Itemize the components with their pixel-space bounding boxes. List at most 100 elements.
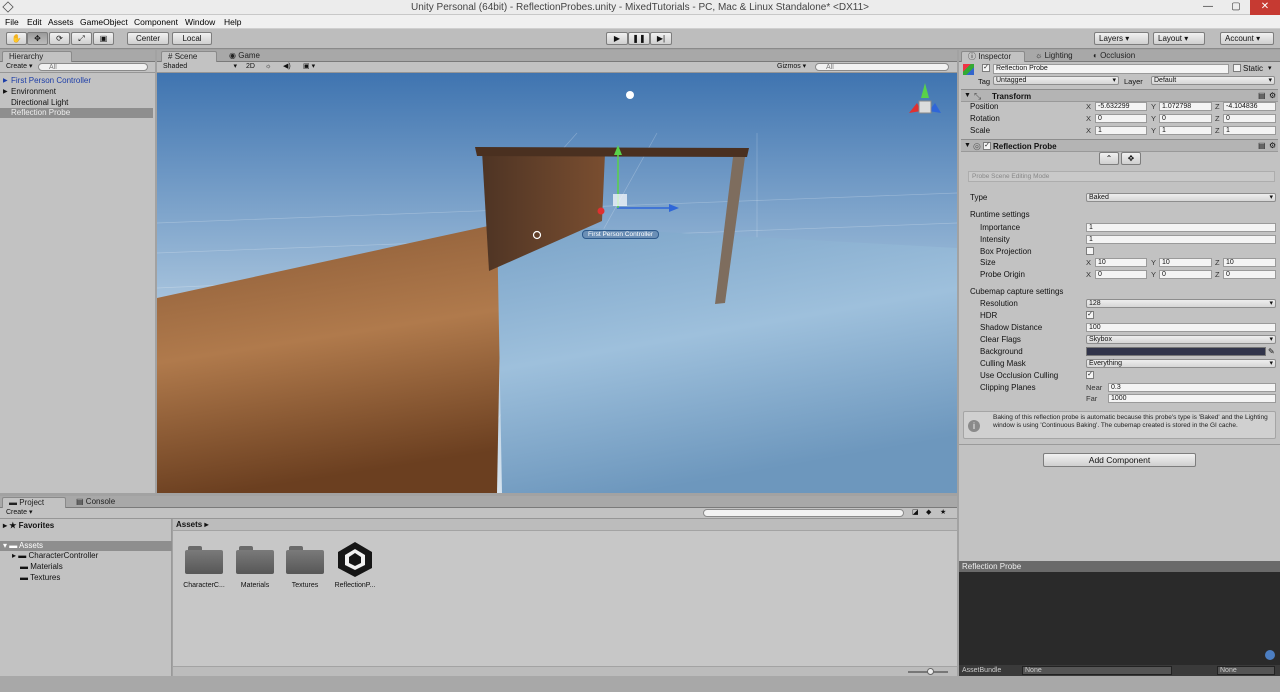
foldout-arrow-icon[interactable]: ▼ xyxy=(964,142,971,149)
rotation-y-field[interactable]: 0 xyxy=(1159,114,1212,123)
menu-window[interactable]: Window xyxy=(185,17,215,27)
account-dropdown[interactable]: Account ▾ xyxy=(1220,32,1274,45)
tab-game[interactable]: ◉ Game xyxy=(223,51,273,62)
move-tool-button[interactable]: ✥ xyxy=(27,32,48,45)
maximize-button[interactable]: ▢ xyxy=(1222,0,1250,15)
probe-enabled-checkbox[interactable]: ✓ xyxy=(983,142,991,150)
expand-arrow-icon[interactable]: ▶ xyxy=(3,76,8,86)
position-y-field[interactable]: 1.072798 xyxy=(1159,102,1212,111)
folder-icon[interactable] xyxy=(286,544,324,574)
edit-origin-button[interactable]: ✥ xyxy=(1121,152,1141,165)
object-active-checkbox[interactable]: ✓ xyxy=(982,64,990,72)
preview-sphere-icon[interactable] xyxy=(1265,650,1275,660)
expand-arrow-icon[interactable]: ▶ xyxy=(3,87,8,97)
size-z-field[interactable]: 10 xyxy=(1223,258,1276,267)
unity-scene-icon[interactable] xyxy=(335,540,375,578)
hdr-checkbox[interactable]: ✓ xyxy=(1086,311,1094,319)
scale-y-field[interactable]: 1 xyxy=(1159,126,1212,135)
position-z-field[interactable]: -4.104836 xyxy=(1223,102,1276,111)
favorites-item[interactable]: ▸ ★ Favorites xyxy=(3,521,54,531)
pause-button[interactable]: ❚❚ xyxy=(628,32,650,45)
edit-bounds-button[interactable]: ⌃ xyxy=(1099,152,1119,165)
static-checkbox[interactable] xyxy=(1233,64,1241,72)
close-button[interactable]: ✕ xyxy=(1250,0,1280,15)
gear-icon[interactable]: ⚙ xyxy=(1269,141,1276,150)
play-button[interactable]: ▶ xyxy=(606,32,628,45)
project-search-input[interactable] xyxy=(703,509,904,517)
hierarchy-item-directional-light[interactable]: Directional Light xyxy=(0,98,153,108)
tab-inspector[interactable]: ⓘ Inspector xyxy=(961,51,1025,62)
rotate-tool-button[interactable]: ⟳ xyxy=(49,32,70,45)
tag-dropdown[interactable]: Untagged xyxy=(993,76,1119,85)
near-field[interactable]: 0.3 xyxy=(1108,383,1276,392)
type-dropdown[interactable]: Baked xyxy=(1086,193,1276,202)
origin-z-field[interactable]: 0 xyxy=(1223,270,1276,279)
scale-z-field[interactable]: 1 xyxy=(1223,126,1276,135)
tab-project[interactable]: ▬ Project xyxy=(2,497,66,508)
reflection-probe-header[interactable]: ▼ ◎ ✓ Reflection Probe ▤ ⚙ xyxy=(961,139,1278,152)
assets-root-item[interactable]: ▾ ▬ Assets xyxy=(0,541,172,551)
hierarchy-item-environment[interactable]: ▶ Environment xyxy=(0,87,153,97)
hand-tool-button[interactable]: ✋ xyxy=(6,32,27,45)
hierarchy-item-reflection-probe[interactable]: Reflection Probe xyxy=(0,108,153,118)
scene-search-input[interactable]: All xyxy=(815,63,949,71)
asset-bundle-variant-dropdown[interactable]: None xyxy=(1217,666,1275,675)
add-component-button[interactable]: Add Component xyxy=(1043,453,1196,467)
eyedropper-icon[interactable]: ✎ xyxy=(1268,346,1275,357)
step-button[interactable]: ▶| xyxy=(650,32,672,45)
folder-icon[interactable] xyxy=(236,544,274,574)
layout-dropdown[interactable]: Layout ▾ xyxy=(1153,32,1205,45)
favorite-star-icon[interactable]: ★ xyxy=(940,509,946,518)
menu-component[interactable]: Component xyxy=(134,17,178,27)
size-x-field[interactable]: 10 xyxy=(1095,258,1147,267)
pivot-center-button[interactable]: Center xyxy=(127,32,169,45)
scene-viewport[interactable]: First Person Controller xyxy=(157,73,957,493)
hierarchy-search-input[interactable]: All xyxy=(38,63,148,71)
pivot-local-button[interactable]: Local xyxy=(172,32,212,45)
background-color-swatch[interactable] xyxy=(1086,347,1266,356)
tree-item-materials[interactable]: ▬ Materials xyxy=(20,562,63,572)
gizmos-dropdown[interactable]: Gizmos ▾ xyxy=(777,63,806,72)
far-field[interactable]: 1000 xyxy=(1108,394,1276,403)
rotation-x-field[interactable]: 0 xyxy=(1095,114,1147,123)
scale-x-field[interactable]: 1 xyxy=(1095,126,1147,135)
asset-bundle-dropdown[interactable]: None xyxy=(1022,666,1172,675)
gear-icon[interactable]: ⚙ xyxy=(1269,91,1276,100)
mode-2d-toggle[interactable]: 2D xyxy=(246,63,255,72)
help-icon[interactable]: ▤ xyxy=(1258,91,1266,100)
static-dropdown[interactable]: ▾ xyxy=(1268,64,1272,72)
origin-x-field[interactable]: 0 xyxy=(1095,270,1147,279)
shading-dropdown[interactable]: Shaded ▾ xyxy=(163,63,239,72)
size-y-field[interactable]: 10 xyxy=(1159,258,1212,267)
hierarchy-create-button[interactable]: Create ▾ xyxy=(6,63,32,72)
tree-item-charactercontroller[interactable]: ▸ ▬ CharacterController xyxy=(12,551,98,561)
clear-flags-dropdown[interactable]: Skybox xyxy=(1086,335,1276,344)
tab-console[interactable]: ▤ Console xyxy=(70,497,128,508)
menu-edit[interactable]: Edit xyxy=(27,17,42,27)
position-x-field[interactable]: -5.632299 xyxy=(1095,102,1147,111)
minimize-button[interactable]: — xyxy=(1194,0,1222,15)
preview-header[interactable]: Reflection Probe xyxy=(959,561,1280,572)
scene-audio-toggle[interactable]: ◀) xyxy=(283,63,291,72)
tab-hierarchy[interactable]: Hierarchy xyxy=(2,51,72,62)
menu-gameobject[interactable]: GameObject xyxy=(80,17,128,27)
layer-dropdown[interactable]: Default xyxy=(1151,76,1275,85)
scene-effects-dropdown[interactable]: ▣ ▾ xyxy=(303,63,315,72)
breadcrumb-label[interactable]: Assets xyxy=(176,520,202,529)
tab-scene[interactable]: # Scene xyxy=(161,51,217,62)
menu-file[interactable]: File xyxy=(5,17,19,27)
tab-occlusion[interactable]: ◐ Occlusion xyxy=(1087,51,1151,62)
tree-item-textures[interactable]: ▬ Textures xyxy=(20,573,60,583)
rotation-z-field[interactable]: 0 xyxy=(1223,114,1276,123)
menu-help[interactable]: Help xyxy=(224,17,241,27)
box-projection-checkbox[interactable] xyxy=(1086,247,1094,255)
filter-label-icon[interactable]: ◆ xyxy=(926,509,931,518)
project-create-button[interactable]: Create ▾ xyxy=(6,509,32,518)
scene-lighting-toggle[interactable]: ☼ xyxy=(265,63,271,72)
icon-size-slider-thumb[interactable] xyxy=(927,668,934,675)
folder-icon[interactable] xyxy=(185,544,223,574)
shadow-distance-field[interactable]: 100 xyxy=(1086,323,1276,332)
filter-type-icon[interactable]: ◪ xyxy=(912,509,919,518)
hierarchy-item-first-person-controller[interactable]: ▶ First Person Controller xyxy=(0,76,153,86)
help-icon[interactable]: ▤ xyxy=(1258,141,1266,150)
